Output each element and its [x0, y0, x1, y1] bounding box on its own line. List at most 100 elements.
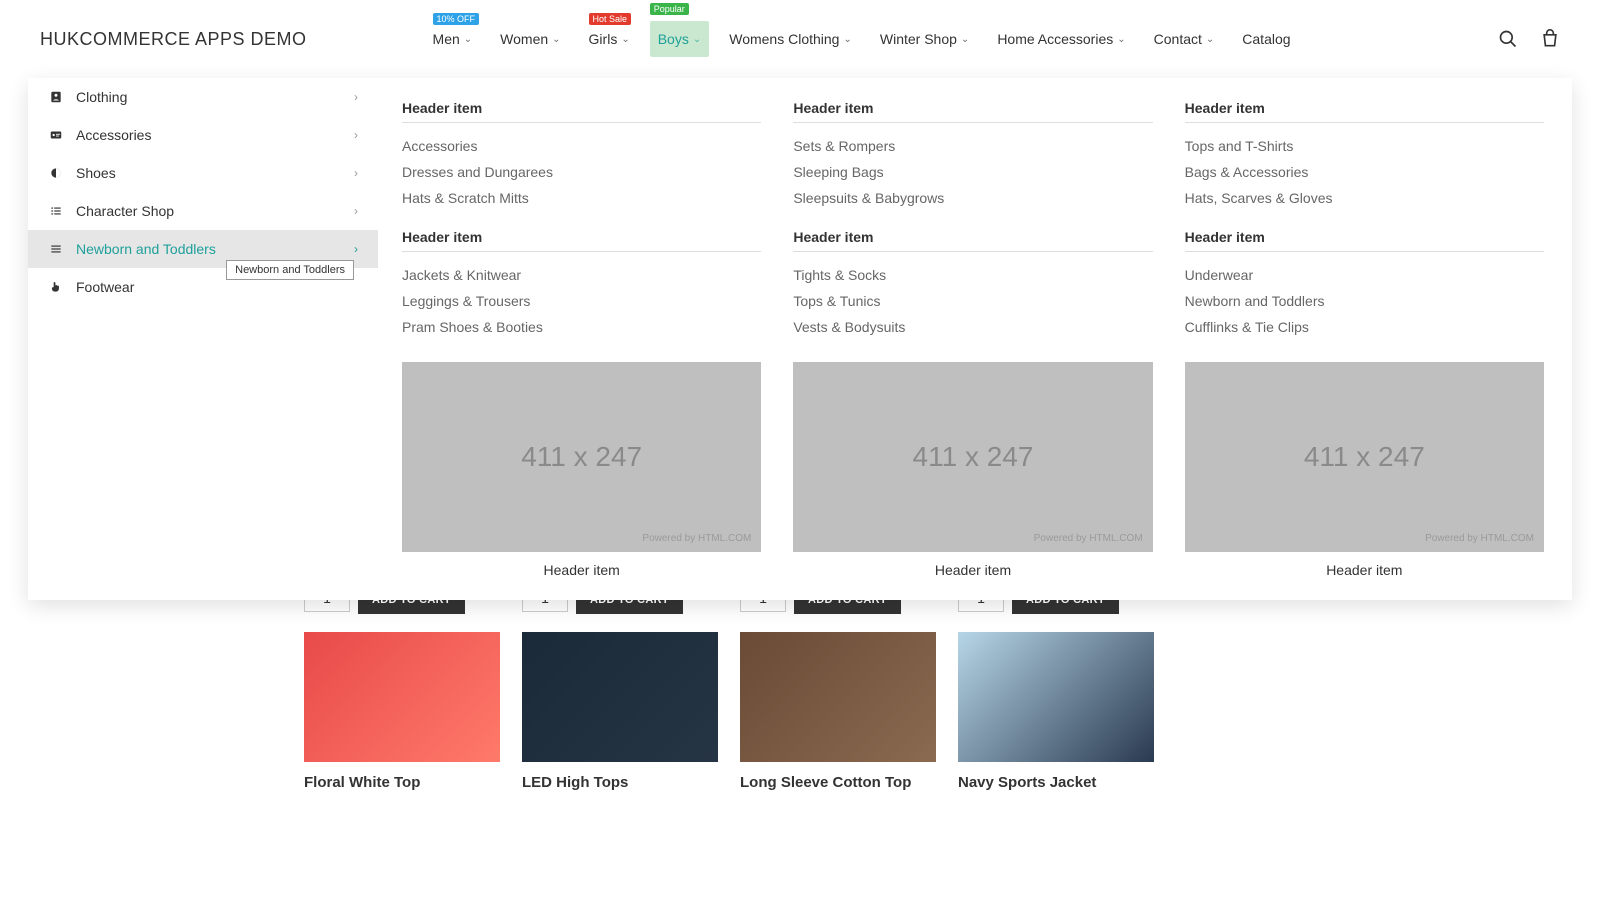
mega-link[interactable]: Bags & Accessories [1185, 159, 1544, 185]
product-card: 1ADD TO CARTLED High Tops [522, 584, 718, 791]
sidebar-item-clothing[interactable]: Clothing› [28, 78, 378, 116]
sidebar-label: Character Shop [76, 203, 174, 219]
mega-link[interactable]: Sleepsuits & Babygrows [793, 185, 1152, 211]
product-card: 1ADD TO CARTNavy Sports Jacket [958, 584, 1154, 791]
nav-item-catalog[interactable]: Catalog [1242, 31, 1290, 47]
mega-column: Header item Sets & RompersSleeping BagsSl… [793, 100, 1152, 578]
chevron-right-icon: › [354, 128, 358, 142]
sidebar-item-accessories[interactable]: Accessories › [28, 116, 378, 154]
sidebar-label: Newborn and Toddlers [76, 241, 216, 257]
mega-heading: Header item [1185, 229, 1544, 252]
nav-badge: Popular [650, 3, 689, 15]
badge-icon [48, 127, 64, 143]
product-title[interactable]: LED High Tops [522, 774, 718, 791]
chevron-down-icon: ⌄ [693, 34, 701, 45]
chevron-down-icon: ⌄ [621, 34, 629, 45]
nav-label: Contact [1154, 31, 1202, 47]
site-logo[interactable]: HUKCOMMERCE APPS DEMO [40, 29, 307, 50]
mega-link[interactable]: Tights & Socks [793, 262, 1152, 288]
nav-label: Girls [589, 31, 618, 47]
sidebar-item-character-shop[interactable]: Character Shop › [28, 192, 378, 230]
promo-watermark: Powered by HTML.COM [1034, 533, 1143, 544]
product-card: 1ADD TO CARTFloral White Top [304, 584, 500, 791]
chevron-right-icon: › [354, 242, 358, 256]
mega-link[interactable]: Pram Shoes & Booties [402, 314, 761, 340]
sidebar-label: Shoes [76, 165, 116, 181]
contrast-icon [48, 165, 64, 181]
product-row: 1ADD TO CARTFloral White Top1ADD TO CART… [304, 584, 1154, 791]
nav-item-winter-shop[interactable]: Winter Shop⌄ [880, 31, 969, 47]
sidebar-label: Footwear [76, 279, 134, 295]
mega-link[interactable]: Dresses and Dungarees [402, 159, 761, 185]
product-image[interactable] [304, 632, 500, 762]
header-icons [1498, 29, 1560, 49]
mega-column: Header item AccessoriesDresses and Dungar… [402, 100, 761, 578]
mega-link[interactable]: Newborn and Toddlers [1185, 288, 1544, 314]
product-image[interactable] [522, 632, 718, 762]
sidebar-label: Clothing [76, 89, 127, 105]
mega-link[interactable]: Cufflinks & Tie Clips [1185, 314, 1544, 340]
mega-link[interactable]: Tops & Tunics [793, 288, 1152, 314]
nav-item-women[interactable]: Women ⌄ [500, 31, 560, 47]
hand-icon [48, 279, 64, 295]
mega-promo[interactable]: 411 x 247Powered by HTML.COM Header item [1185, 362, 1544, 578]
nav-label: Women [500, 31, 548, 47]
chevron-right-icon: › [354, 166, 358, 180]
search-icon[interactable] [1498, 29, 1518, 49]
menu-icon [48, 241, 64, 257]
nav-item-home-accessories[interactable]: Home Accessories⌄ [997, 31, 1125, 47]
mega-link[interactable]: Hats & Scratch Mitts [402, 185, 761, 211]
nav-label: Womens Clothing [729, 31, 839, 47]
product-title[interactable]: Floral White Top [304, 774, 500, 791]
nav-label: Home Accessories [997, 31, 1113, 47]
product-image[interactable] [958, 632, 1154, 762]
mega-promo[interactable]: 411 x 247Powered by HTML.COMHeader item [402, 362, 761, 578]
mega-heading: Header item [793, 229, 1152, 252]
mega-link[interactable]: Tops and T-Shirts [1185, 133, 1544, 159]
promo-image-placeholder: 411 x 247Powered by HTML.COM [793, 362, 1152, 552]
nav-item-men[interactable]: 10% OFFMen⌄ [433, 31, 473, 47]
nav-item-contact[interactable]: Contact ⌄ [1154, 31, 1215, 47]
mega-promo[interactable]: 411 x 247Powered by HTML.COM Header item [793, 362, 1152, 578]
mega-link[interactable]: Vests & Bodysuits [793, 314, 1152, 340]
mega-heading: Header item [402, 100, 761, 123]
nav-item-boys[interactable]: PopularBoys⌄ [650, 21, 710, 57]
promo-caption: Header item [793, 562, 1152, 578]
nav-label: Catalog [1242, 31, 1290, 47]
cart-icon[interactable] [1540, 29, 1560, 49]
mega-link[interactable]: Underwear [1185, 262, 1544, 288]
product-title[interactable]: Navy Sports Jacket [958, 774, 1154, 791]
promo-image-placeholder: 411 x 247Powered by HTML.COM [402, 362, 761, 552]
mega-link[interactable]: Sets & Rompers [793, 133, 1152, 159]
mega-link[interactable]: Jackets & Knitwear [402, 262, 761, 288]
chevron-down-icon: ⌄ [552, 34, 560, 45]
mega-heading: Header item [1185, 100, 1544, 123]
nav-badge: 10% OFF [433, 13, 480, 25]
promo-image-placeholder: 411 x 247Powered by HTML.COM [1185, 362, 1544, 552]
mega-sidebar: Clothing›Accessories›Shoes›Character Sho… [28, 78, 378, 600]
product-card: 1ADD TO CARTLong Sleeve Cotton Top [740, 584, 936, 791]
promo-watermark: Powered by HTML.COM [642, 533, 751, 544]
product-title[interactable]: Long Sleeve Cotton Top [740, 774, 936, 791]
mega-link[interactable]: Hats, Scarves & Gloves [1185, 185, 1544, 211]
mega-heading: Header item [402, 229, 761, 252]
nav-item-girls[interactable]: Hot SaleGirls⌄ [589, 31, 630, 47]
mega-columns: Header item AccessoriesDresses and Dungar… [378, 78, 1572, 600]
header: HUKCOMMERCE APPS DEMO 10% OFFMen⌄Women⌄H… [0, 0, 1600, 78]
sidebar-item-newborn-and-toddlers[interactable]: Newborn and Toddlers›Newborn and Toddler… [28, 230, 378, 268]
chevron-right-icon: › [354, 204, 358, 218]
promo-caption: Header item [1185, 562, 1544, 578]
chevron-down-icon: ⌄ [1206, 34, 1214, 45]
sidebar-item-shoes[interactable]: Shoes › [28, 154, 378, 192]
chevron-down-icon: ⌄ [843, 34, 851, 45]
nav-label: Boys [658, 31, 689, 47]
mega-link[interactable]: Accessories [402, 133, 761, 159]
product-image[interactable] [740, 632, 936, 762]
nav-item-womens-clothing[interactable]: Womens Clothing ⌄ [729, 31, 852, 47]
mega-link[interactable]: Leggings & Trousers [402, 288, 761, 314]
chevron-down-icon: ⌄ [961, 34, 969, 45]
sidebar-label: Accessories [76, 127, 151, 143]
person-icon [48, 89, 64, 105]
sidebar-item-footwear[interactable]: Footwear [28, 268, 378, 306]
mega-link[interactable]: Sleeping Bags [793, 159, 1152, 185]
